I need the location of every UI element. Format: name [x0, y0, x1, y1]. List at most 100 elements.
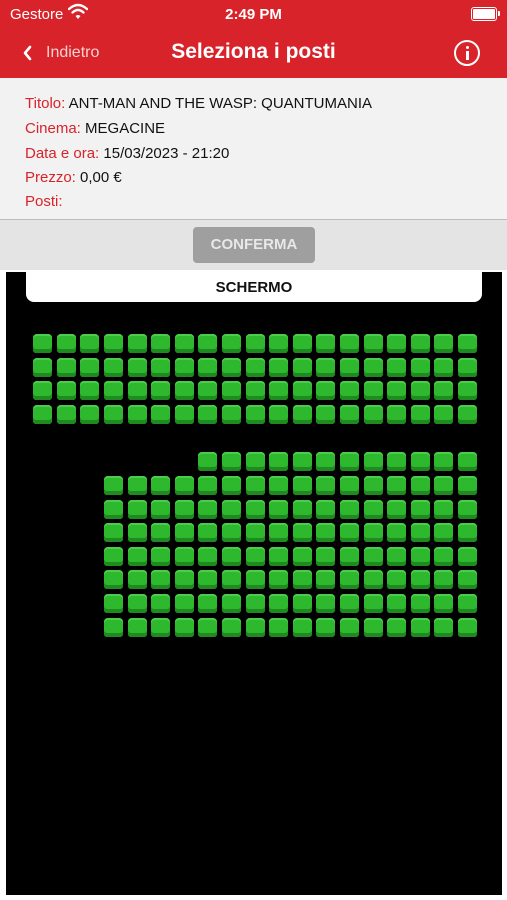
- seat[interactable]: [269, 499, 289, 519]
- seat[interactable]: [222, 523, 241, 543]
- seat[interactable]: [363, 617, 383, 637]
- seat[interactable]: [292, 523, 312, 543]
- seat[interactable]: [151, 357, 171, 377]
- seat[interactable]: [340, 594, 359, 613]
- seat[interactable]: [434, 381, 454, 401]
- seat[interactable]: [410, 381, 430, 401]
- seat[interactable]: [245, 594, 265, 613]
- seat[interactable]: [434, 452, 454, 471]
- seat[interactable]: [316, 570, 336, 590]
- seat[interactable]: [174, 334, 194, 353]
- seat[interactable]: [363, 357, 383, 377]
- seat[interactable]: [434, 594, 454, 613]
- seat[interactable]: [245, 617, 265, 637]
- seat[interactable]: [174, 357, 194, 377]
- seat[interactable]: [245, 381, 265, 401]
- seat[interactable]: [33, 357, 53, 377]
- seat[interactable]: [434, 617, 454, 637]
- seat[interactable]: [151, 546, 171, 566]
- seat[interactable]: [316, 404, 336, 424]
- seat[interactable]: [104, 546, 123, 566]
- seat[interactable]: [104, 523, 123, 543]
- seat[interactable]: [245, 499, 265, 519]
- seat[interactable]: [340, 570, 359, 590]
- seat[interactable]: [316, 357, 336, 377]
- seat[interactable]: [316, 381, 336, 401]
- seat[interactable]: [127, 499, 147, 519]
- seat[interactable]: [292, 476, 312, 495]
- seat[interactable]: [222, 452, 241, 471]
- seat[interactable]: [222, 404, 241, 424]
- seat[interactable]: [458, 381, 477, 401]
- seat[interactable]: [292, 452, 312, 471]
- seat[interactable]: [387, 499, 407, 519]
- seat[interactable]: [387, 334, 407, 353]
- seat[interactable]: [292, 570, 312, 590]
- seat[interactable]: [292, 617, 312, 637]
- seat[interactable]: [458, 476, 477, 495]
- seat[interactable]: [174, 404, 194, 424]
- seat[interactable]: [292, 334, 312, 353]
- seat[interactable]: [56, 357, 76, 377]
- seat[interactable]: [387, 570, 407, 590]
- seat[interactable]: [434, 357, 454, 377]
- seat[interactable]: [151, 404, 171, 424]
- seat[interactable]: [127, 334, 147, 353]
- seat[interactable]: [410, 357, 430, 377]
- seat[interactable]: [458, 357, 477, 377]
- seat[interactable]: [434, 476, 454, 495]
- seat[interactable]: [104, 594, 123, 613]
- seat[interactable]: [151, 476, 171, 495]
- seat[interactable]: [245, 357, 265, 377]
- seat[interactable]: [269, 357, 289, 377]
- seat[interactable]: [151, 381, 171, 401]
- seat[interactable]: [198, 334, 218, 353]
- seat[interactable]: [410, 404, 430, 424]
- seat[interactable]: [245, 404, 265, 424]
- seat[interactable]: [80, 334, 100, 353]
- seat[interactable]: [458, 546, 477, 566]
- seat[interactable]: [80, 381, 100, 401]
- seat[interactable]: [33, 381, 53, 401]
- seat[interactable]: [410, 452, 430, 471]
- seat[interactable]: [458, 594, 477, 613]
- seat[interactable]: [222, 357, 241, 377]
- seat[interactable]: [434, 570, 454, 590]
- seat[interactable]: [363, 452, 383, 471]
- seat[interactable]: [387, 523, 407, 543]
- seat[interactable]: [316, 476, 336, 495]
- seat[interactable]: [410, 546, 430, 566]
- seat[interactable]: [56, 334, 76, 353]
- seat[interactable]: [245, 476, 265, 495]
- seat[interactable]: [222, 570, 241, 590]
- seat[interactable]: [174, 594, 194, 613]
- seat[interactable]: [198, 357, 218, 377]
- seat[interactable]: [174, 476, 194, 495]
- seat[interactable]: [104, 499, 123, 519]
- seat[interactable]: [269, 476, 289, 495]
- seat[interactable]: [410, 476, 430, 495]
- seat[interactable]: [410, 617, 430, 637]
- seat[interactable]: [363, 334, 383, 353]
- seat[interactable]: [410, 334, 430, 353]
- seat[interactable]: [198, 523, 218, 543]
- seat[interactable]: [198, 381, 218, 401]
- seat[interactable]: [198, 404, 218, 424]
- seat[interactable]: [316, 523, 336, 543]
- seat[interactable]: [387, 476, 407, 495]
- seat[interactable]: [387, 381, 407, 401]
- seat[interactable]: [363, 381, 383, 401]
- seat[interactable]: [104, 357, 123, 377]
- seat[interactable]: [174, 570, 194, 590]
- seat[interactable]: [340, 546, 359, 566]
- seat[interactable]: [127, 546, 147, 566]
- confirm-button[interactable]: CONFERMA: [193, 227, 315, 263]
- seat[interactable]: [198, 570, 218, 590]
- seat[interactable]: [363, 523, 383, 543]
- seat[interactable]: [363, 546, 383, 566]
- seat[interactable]: [151, 499, 171, 519]
- seat[interactable]: [222, 546, 241, 566]
- seat[interactable]: [292, 357, 312, 377]
- seat[interactable]: [458, 404, 477, 424]
- seat[interactable]: [387, 357, 407, 377]
